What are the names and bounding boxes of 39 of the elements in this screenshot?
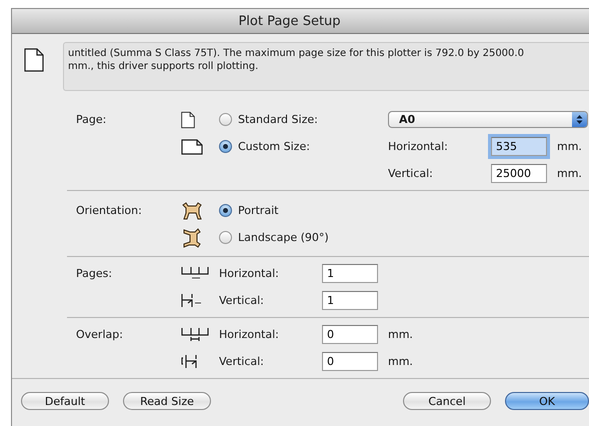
unit-label: mm. <box>388 355 414 368</box>
overlap-icon <box>181 327 209 342</box>
unit-label: mm. <box>557 140 583 153</box>
section-label: Page: <box>76 113 108 126</box>
field-label: Horizontal: <box>219 328 280 341</box>
field-label: Horizontal: <box>219 267 280 280</box>
paper-size-dropdown[interactable]: A0 <box>388 111 588 128</box>
tiles-icon <box>181 266 209 281</box>
stepper-icon <box>572 112 587 127</box>
input-field[interactable]: 535 <box>491 137 547 156</box>
dialog-button[interactable]: Default <box>21 392 109 410</box>
tiles-icon <box>181 293 202 308</box>
field-label: Horizontal: <box>388 140 449 153</box>
input-field[interactable]: 0 <box>322 352 378 371</box>
field-label: Vertical: <box>219 294 265 307</box>
input-field[interactable]: 1 <box>322 264 378 283</box>
dialog-button[interactable]: Read Size <box>123 392 211 410</box>
input-field[interactable]: 0 <box>322 325 378 344</box>
field-label: Vertical: <box>388 167 434 180</box>
window-title: Plot Page Setup <box>238 14 341 28</box>
input-field[interactable]: 25000 <box>491 164 547 183</box>
unit-label: mm. <box>557 167 583 180</box>
overlap-icon <box>181 354 197 369</box>
section-label: Overlap: <box>76 328 124 341</box>
section-label: Pages: <box>76 267 114 280</box>
dialog-button[interactable]: OK <box>505 392 589 410</box>
radio-button[interactable]: Standard Size: <box>219 113 318 126</box>
radio-button[interactable]: Custom Size: <box>219 140 310 153</box>
dialog-button[interactable]: Cancel <box>403 392 491 410</box>
input-field[interactable]: 1 <box>322 291 378 310</box>
document-icon <box>24 48 44 72</box>
document-icon <box>181 110 195 128</box>
info-text: untitled (Summa S Class 75T). The maximum page size for this plotter is 792.0 by 25000.0 mm., this driver supports roll plotting. <box>68 47 525 73</box>
unit-label: mm. <box>388 328 414 341</box>
document-icon <box>181 138 203 154</box>
radio-button[interactable]: Portrait <box>219 204 278 217</box>
radio-button[interactable]: Landscape (90°) <box>219 231 329 244</box>
section-label: Orientation: <box>76 204 143 217</box>
field-label: Vertical: <box>219 355 265 368</box>
